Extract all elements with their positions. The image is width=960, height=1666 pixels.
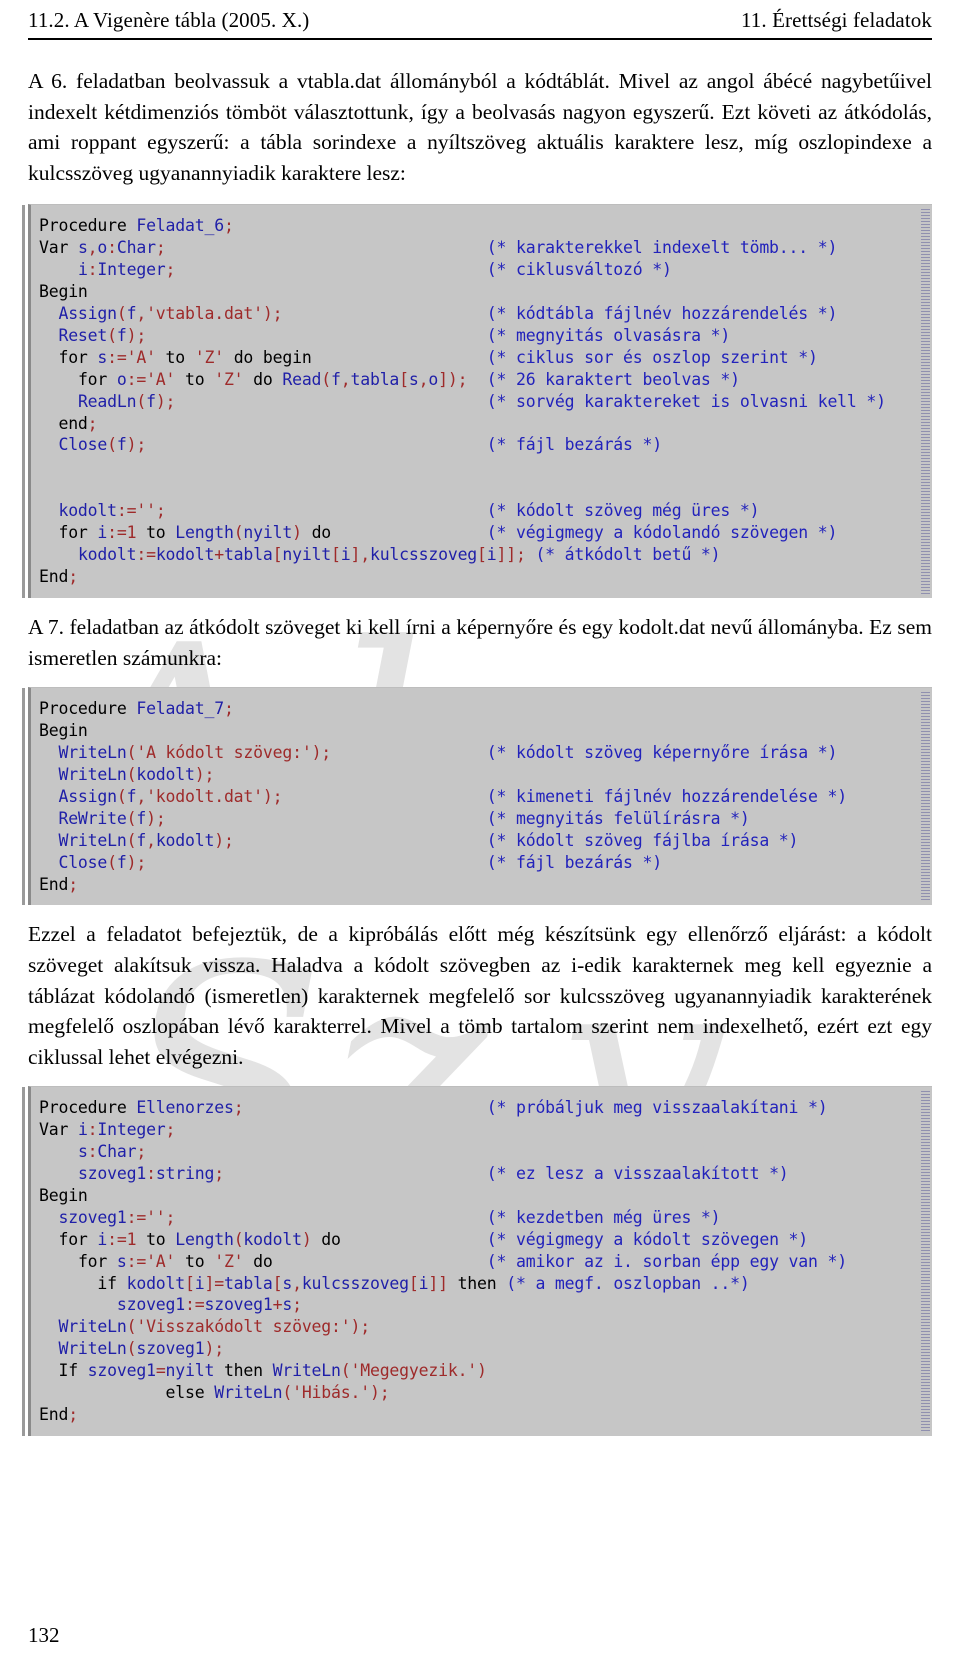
paragraph-intro: A 6. feladatban beolvassuk a vtabla.dat … [28,69,932,185]
paragraph-check: Ezzel a feladatot befejeztük, de a kipró… [28,922,932,1069]
running-header: 11.2. A Vigenère tábla (2005. X.) 11. Ér… [28,0,932,37]
header-rule [28,38,932,40]
code-listing: Procedure Feladat_7; Begin WriteLn('A kó… [39,699,847,894]
code-block-ellenorzes: Procedure Ellenorzes; (* próbáljuk meg v… [22,1086,932,1437]
header-left-title: 11.2. A Vigenère tábla (2005. X.) [28,8,310,32]
code-block-feladat-7: Procedure Feladat_7; Begin WriteLn('A kó… [22,687,932,906]
code-listing: Procedure Ellenorzes; (* próbáljuk meg v… [39,1098,847,1425]
code-listing: Procedure Feladat_6; Var s,o:Char; (* ka… [39,216,886,587]
paragraph-task7: A 7. feladatban az átkódolt szöveget ki … [28,615,932,670]
document-page: 11.2. A Vigenère tábla (2005. X.) 11. Ér… [0,0,960,1437]
page-number: 132 [28,1623,60,1647]
header-right-title: 11. Érettségi feladatok [740,8,932,32]
code-block-feladat-6: Procedure Feladat_6; Var s,o:Char; (* ka… [22,204,932,598]
